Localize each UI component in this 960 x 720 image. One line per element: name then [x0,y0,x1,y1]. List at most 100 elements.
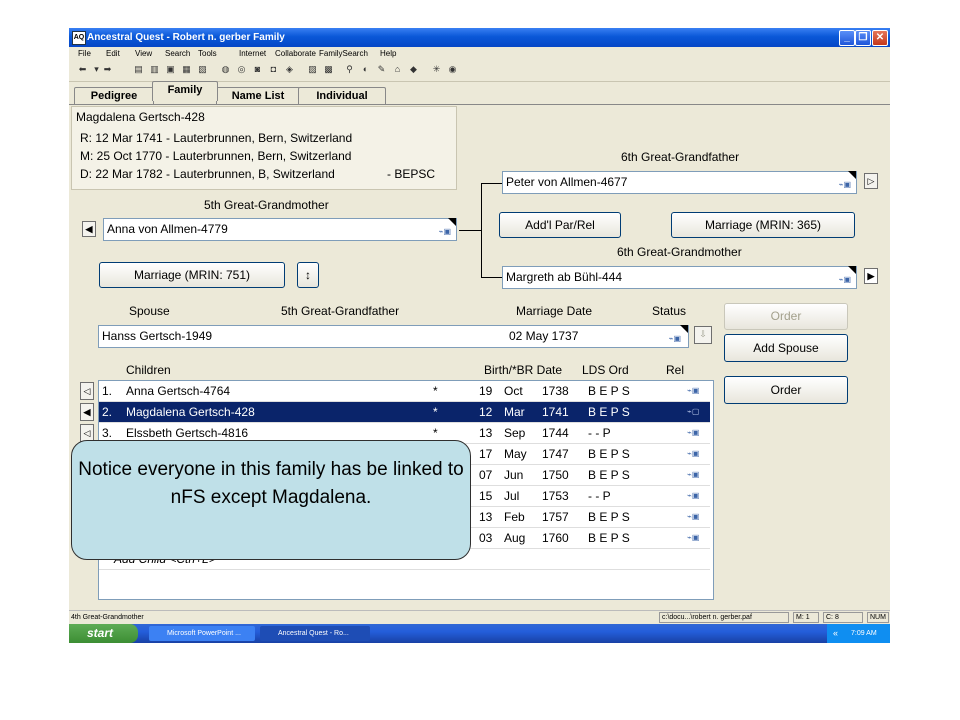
familysearch-link-icon[interactable]: ⌁▣ [687,381,699,401]
menu-familysearch[interactable]: Help [380,47,396,60]
notes-icon[interactable]: ◈ [284,64,295,75]
scrapbook-icon[interactable]: ◘ [268,64,279,75]
child-move-arrow[interactable]: ◀ [80,403,94,421]
wife-field[interactable]: Anna von Allmen-4779 [103,218,457,241]
mother-field[interactable]: Margreth ab Bühl-444 [502,266,857,289]
tray-arrow-icon[interactable]: « [833,624,838,643]
child-month: Mar [504,405,525,419]
menu-file[interactable]: File [78,47,91,60]
forward-icon[interactable]: ➡ [102,64,113,75]
familysearch-link-icon[interactable]: ⌁▣ [687,486,699,506]
report-icon[interactable]: ▨ [307,64,318,75]
close-button[interactable]: ✕ [872,30,888,46]
status-bar: 4th Great-Grandmother c:\docu...\robert … [69,610,890,625]
child-month: Oct [504,384,523,398]
familysearch-link-icon[interactable]: ⌁▣ [659,334,681,343]
copy-icon[interactable]: ◎ [236,64,247,75]
familysearch-link-icon[interactable]: ⌁▣ [429,227,451,236]
open-icon[interactable]: ▤ [133,64,144,75]
taskbar-item-ancestral-quest[interactable]: Ancestral Quest - Ro... [260,626,370,641]
mother-next-arrow[interactable]: ▶ [864,268,878,284]
familysearch-link-icon[interactable]: ⌁▣ [687,465,699,485]
familysearch-link-icon[interactable]: ⌁▣ [829,275,851,284]
tab-family[interactable]: Family [152,81,218,101]
unlinked-icon[interactable]: ⌁▢ [687,402,699,422]
child-star: * [433,384,438,398]
father-field[interactable]: Peter von Allmen-4677 [502,171,857,194]
child-lds: - - P [588,489,611,503]
familysearch-icon[interactable]: ◉ [447,64,458,75]
camera-icon[interactable]: ◙ [252,64,263,75]
maximize-button[interactable]: ❐ [855,30,871,46]
window-title: Ancestral Quest - Robert n. gerber Famil… [87,32,285,43]
tab-strip: Pedigree Family Name List Individual [69,81,890,105]
tab-individual[interactable]: Individual [298,87,386,104]
spouse-download-icon[interactable]: ⇩ [694,326,712,344]
tab-name-list[interactable]: Name List [216,87,300,104]
spouse-marriage-date: 02 May 1737 [509,329,579,343]
table-row[interactable]: 2. Magdalena Gertsch-428 * 12 Mar 1741 B… [99,402,710,423]
start-button[interactable]: start [69,624,138,643]
person-name: Magdalena Gertsch-428 [76,110,205,124]
child-lds: - - P [588,426,611,440]
order-spouses-button[interactable]: Order [724,303,848,330]
child-day: 07 [479,468,493,482]
taskbar-item-powerpoint[interactable]: Microsoft PowerPoint ... [149,626,255,641]
dropdown-icon[interactable]: ▾ [91,64,102,75]
familysearch-link-icon[interactable]: ⌁▣ [687,528,699,548]
find-icon[interactable]: ⚲ [344,64,355,75]
calendar-icon[interactable]: ▩ [323,64,334,75]
wife-prev-arrow[interactable]: ◀ [82,221,96,237]
map-icon[interactable]: ◐ [360,64,371,75]
familysearch-link-icon[interactable]: ⌁▣ [687,423,699,443]
parents-marriage-button[interactable]: Marriage (MRIN: 365) [671,212,855,238]
child-lds: B E P S [588,468,630,482]
spouse-field[interactable]: Hanss Gertsch-1949 02 May 1737 [98,325,689,348]
tool-icon[interactable]: ◍ [220,64,231,75]
swap-spouses-button[interactable]: ↕ [297,262,319,288]
spouse-name: Hanss Gertsch-1949 [102,329,213,343]
child-number: 1. [102,384,113,398]
chart-icon[interactable]: ▧ [197,64,208,75]
print-icon[interactable]: ▦ [181,64,192,75]
child-year: 1757 [542,510,569,524]
child-year: 1760 [542,531,569,545]
table-row[interactable]: 1. Anna Gertsch-4764 * 19 Oct 1738 B E P… [99,381,710,402]
child-move-arrow[interactable]: ◁ [80,382,94,400]
menu-edit[interactable]: View [135,47,152,60]
wife-marriage-button[interactable]: Marriage (MRIN: 751) [99,262,285,288]
menu-search[interactable]: Tools [198,47,217,60]
familysearch-link-icon[interactable]: ⌁▣ [687,507,699,527]
home-icon[interactable]: ⌂ [392,64,403,75]
menu-view[interactable]: Search [165,47,190,60]
menu-add[interactable]: Edit [106,47,120,60]
father-next-arrow[interactable]: ▷ [864,173,878,189]
child-month: Jun [504,468,524,482]
child-lds: B E P S [588,405,630,419]
minimize-button[interactable]: _ [839,30,855,46]
child-day: 03 [479,531,493,545]
menu-collaborate[interactable]: FamilySearch [319,47,368,60]
app-icon: AQ [72,31,86,45]
child-year: 1753 [542,489,569,503]
menu-bar: File Edit View Search Tools Internet Col… [69,47,890,60]
status-m: M: 1 [793,612,819,623]
book-icon[interactable]: ▥ [149,64,160,75]
edit-icon[interactable]: ✎ [376,64,387,75]
addl-parents-button[interactable]: Add'l Par/Rel [499,212,621,238]
menu-tools[interactable]: Internet [239,47,266,60]
person-death-code: - BEPSC [387,167,436,181]
taskbar-item-label: Microsoft PowerPoint ... [167,630,241,637]
familysearch-link-icon[interactable]: ⌁▣ [829,180,851,189]
familysearch-link-icon[interactable]: ⌁▣ [687,444,699,464]
save-icon[interactable]: ▣ [165,64,176,75]
web-icon[interactable]: ◆ [408,64,419,75]
add-spouse-button[interactable]: Add Spouse [724,334,848,362]
menu-internet[interactable]: Collaborate [275,47,316,60]
spouse-relationship: 5th Great-Grandfather [281,304,400,318]
child-lds: B E P S [588,447,630,461]
star-icon[interactable]: ✳ [431,64,442,75]
tab-pedigree[interactable]: Pedigree [74,87,154,104]
order-children-button[interactable]: Order [724,376,848,404]
back-icon[interactable]: ⬅ [77,64,88,75]
